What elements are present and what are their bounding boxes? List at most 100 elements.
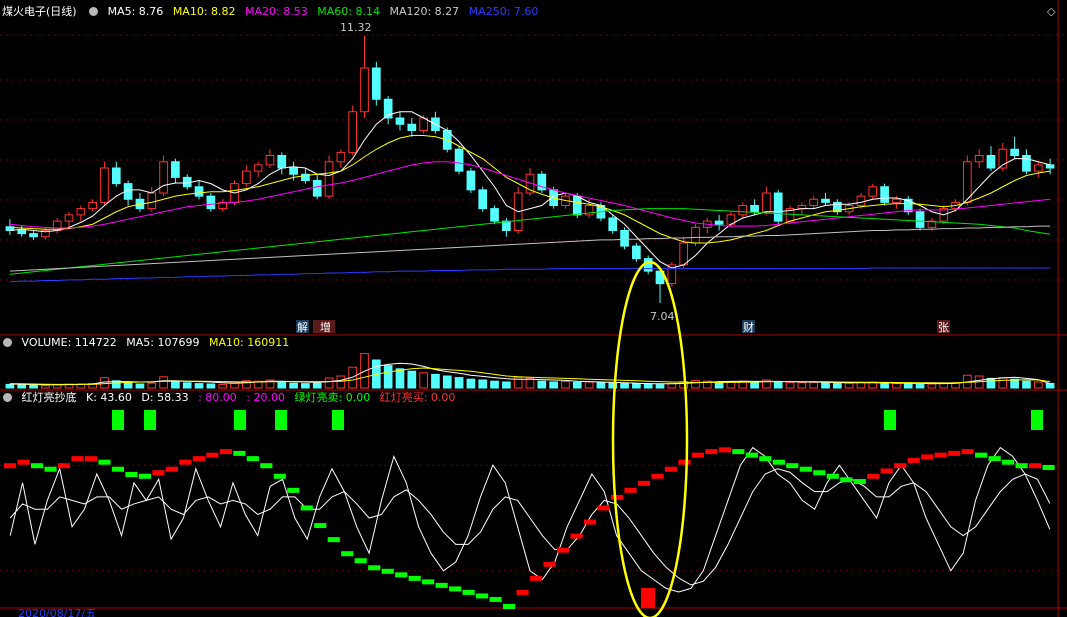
- volume-bar: [490, 380, 499, 389]
- volume-bar: [407, 370, 417, 389]
- candle-body: [773, 192, 783, 222]
- volume-bar: [419, 372, 428, 389]
- volume-bar: [750, 381, 759, 389]
- signal-step: [961, 449, 974, 455]
- green-lamp: [332, 410, 344, 430]
- volume-bar: [620, 383, 629, 389]
- signal-step: [853, 479, 866, 485]
- stock-chart[interactable]: 11.32 7.04 解 增 财 张 2020/08/17/五: [0, 0, 1067, 617]
- signal-step: [30, 463, 44, 469]
- signal-step: [300, 505, 313, 511]
- signal-step: [125, 472, 138, 477]
- marker-zhang[interactable]: 张: [938, 321, 949, 334]
- volume-bar: [454, 377, 464, 389]
- signal-step: [921, 454, 934, 460]
- volume-bar: [206, 383, 216, 389]
- volume-bar: [182, 382, 192, 389]
- volume-bar: [832, 383, 842, 389]
- green-lamp: [1031, 410, 1043, 430]
- signal-step: [691, 452, 704, 458]
- volume-bar: [159, 376, 168, 389]
- low-price-label: 7.04: [650, 310, 675, 323]
- marker-zeng[interactable]: 增: [320, 320, 331, 334]
- signal-step: [570, 533, 583, 539]
- volume-bar: [844, 382, 854, 389]
- volume-bar: [1022, 380, 1031, 389]
- volume-bar: [998, 377, 1008, 389]
- signal-step: [476, 593, 489, 599]
- volume-bar: [395, 368, 405, 389]
- candle-body: [490, 208, 499, 222]
- volume-bar: [289, 382, 298, 389]
- candle-body: [868, 186, 878, 197]
- signal-step: [57, 463, 71, 469]
- signal-step: [894, 463, 907, 469]
- volume-bar: [797, 382, 807, 389]
- volume-bar: [549, 381, 558, 389]
- signal-step: [341, 551, 354, 557]
- volume-bar: [903, 383, 913, 389]
- signal-step: [597, 505, 610, 511]
- signal-step: [44, 466, 57, 472]
- candle-body: [100, 167, 109, 203]
- candle-body: [714, 220, 724, 225]
- signal-step: [4, 463, 17, 469]
- green-lamp: [884, 410, 896, 430]
- candle-body: [1022, 155, 1031, 172]
- candle-body: [88, 201, 97, 210]
- grid-lines: [0, 0, 1067, 617]
- signal-step: [1015, 463, 1028, 469]
- marker-jie[interactable]: 解: [297, 320, 308, 334]
- signal-step: [1029, 463, 1042, 469]
- candle-body: [206, 195, 216, 210]
- volume-bar: [596, 382, 606, 389]
- signal-step: [772, 459, 785, 465]
- candle-body: [454, 148, 464, 172]
- candle-body: [762, 192, 771, 213]
- signal-step: [975, 452, 988, 458]
- signal-step: [516, 589, 529, 595]
- signal-step: [422, 579, 435, 585]
- candle-body: [478, 189, 488, 210]
- signal-step: [934, 452, 947, 458]
- candle-body: [194, 186, 204, 197]
- signal-step: [179, 459, 192, 465]
- volume-bar: [442, 375, 452, 389]
- volume-bar: [927, 383, 937, 389]
- signal-step: [489, 596, 502, 602]
- signal-step: [449, 586, 462, 592]
- signal-step: [718, 447, 731, 453]
- volume-bar: [135, 383, 145, 389]
- candle-body: [360, 67, 369, 113]
- volume-bar: [478, 379, 488, 389]
- marker-cai[interactable]: 财: [743, 320, 754, 334]
- signal-step: [192, 456, 205, 462]
- signal-step: [543, 561, 556, 567]
- ma-line-ma60: [9, 208, 1051, 275]
- volume-bar: [1045, 382, 1055, 389]
- signal-step: [381, 568, 394, 574]
- signal-step: [206, 452, 219, 458]
- signal-step: [98, 459, 111, 465]
- candle-body: [608, 217, 618, 231]
- candle-body: [915, 211, 925, 228]
- candle-body: [466, 170, 476, 191]
- volume-bar: [785, 381, 795, 389]
- candle-body: [395, 117, 405, 125]
- signal-step: [260, 463, 273, 469]
- volume-bar: [986, 377, 996, 389]
- green-lamp: [112, 410, 124, 430]
- signal-step: [327, 537, 340, 543]
- signal-step: [732, 449, 745, 455]
- volume-bar: [277, 381, 287, 389]
- high-price-label: 11.32: [340, 21, 372, 34]
- signal-step: [705, 449, 718, 455]
- volume-bar: [147, 382, 157, 389]
- candle-body: [407, 123, 417, 131]
- signal-step: [840, 477, 853, 483]
- volume-bar: [5, 383, 15, 389]
- signal-step: [826, 473, 839, 479]
- candle-body: [691, 226, 700, 244]
- signal-step: [17, 459, 30, 465]
- signal-step: [354, 558, 367, 564]
